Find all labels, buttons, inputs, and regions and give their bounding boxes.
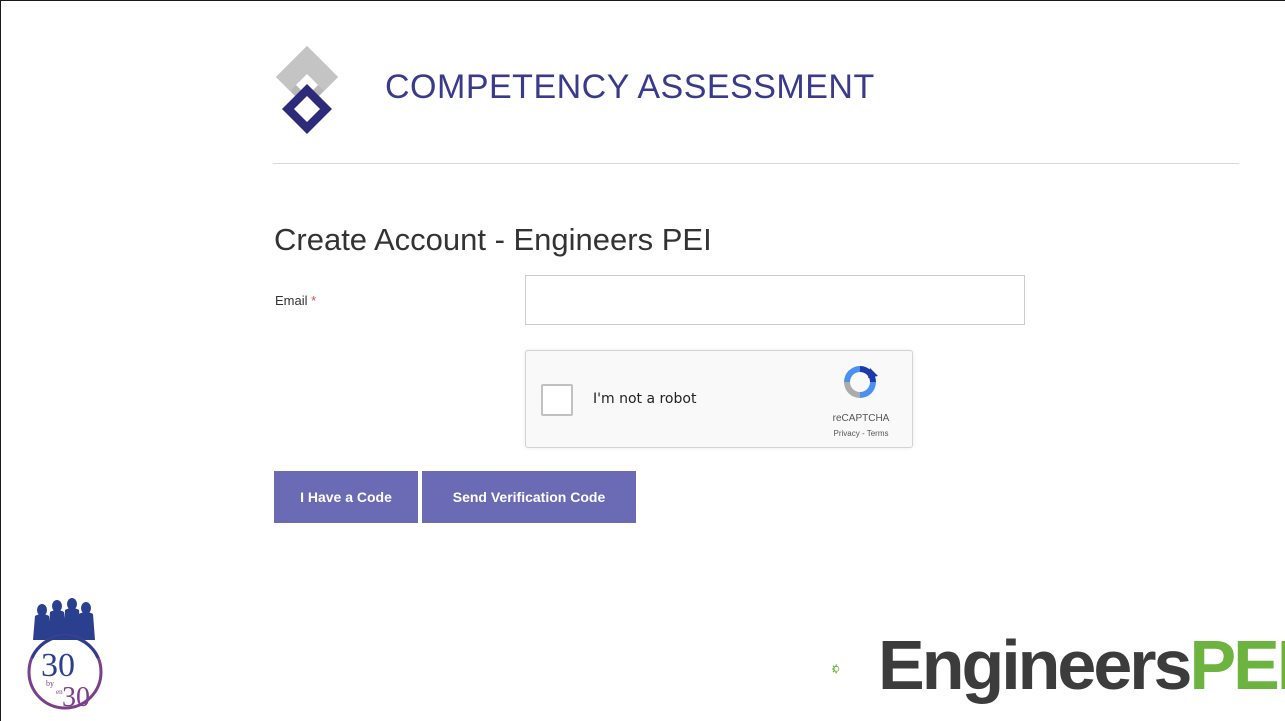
recaptcha-brand: reCAPTCHA <box>832 413 890 424</box>
have-code-button[interactable]: I Have a Code <box>274 471 418 523</box>
engineers-pei-logo: EngineersPEI <box>878 630 1285 700</box>
header-divider <box>273 163 1239 164</box>
competency-logo-icon <box>276 46 338 134</box>
recaptcha-checkbox-label: I'm not a robot <box>593 391 697 407</box>
app-title: COMPETENCY ASSESSMENT <box>385 68 875 106</box>
recaptcha-widget: I'm not a robot reCAPTCHA Privacy - Term… <box>525 350 913 448</box>
frame-border-top <box>0 0 1285 1</box>
recaptcha-privacy-terms-links[interactable]: Privacy - Terms <box>816 429 906 438</box>
thirty-logo-by: by <box>46 679 54 688</box>
email-label-text: Email <box>275 293 308 308</box>
recaptcha-checkbox[interactable] <box>541 384 573 416</box>
required-marker: * <box>311 293 317 308</box>
recaptcha-logo-icon <box>844 366 878 398</box>
thirty-logo-bottom-number: 30 <box>62 682 90 712</box>
engineers-pei-logo-part1: Engineers <box>878 626 1192 704</box>
page-title: Create Account - Engineers PEI <box>274 222 712 257</box>
engineers-pei-logo-part2: PEI <box>1189 626 1285 704</box>
send-verification-code-button[interactable]: Send Verification Code <box>422 471 636 523</box>
thirty-by-thirty-logo: 30 by en 30 <box>27 598 103 712</box>
frame-border-left <box>0 0 1 721</box>
email-field[interactable] <box>525 275 1025 325</box>
email-label: Email * <box>275 293 316 308</box>
